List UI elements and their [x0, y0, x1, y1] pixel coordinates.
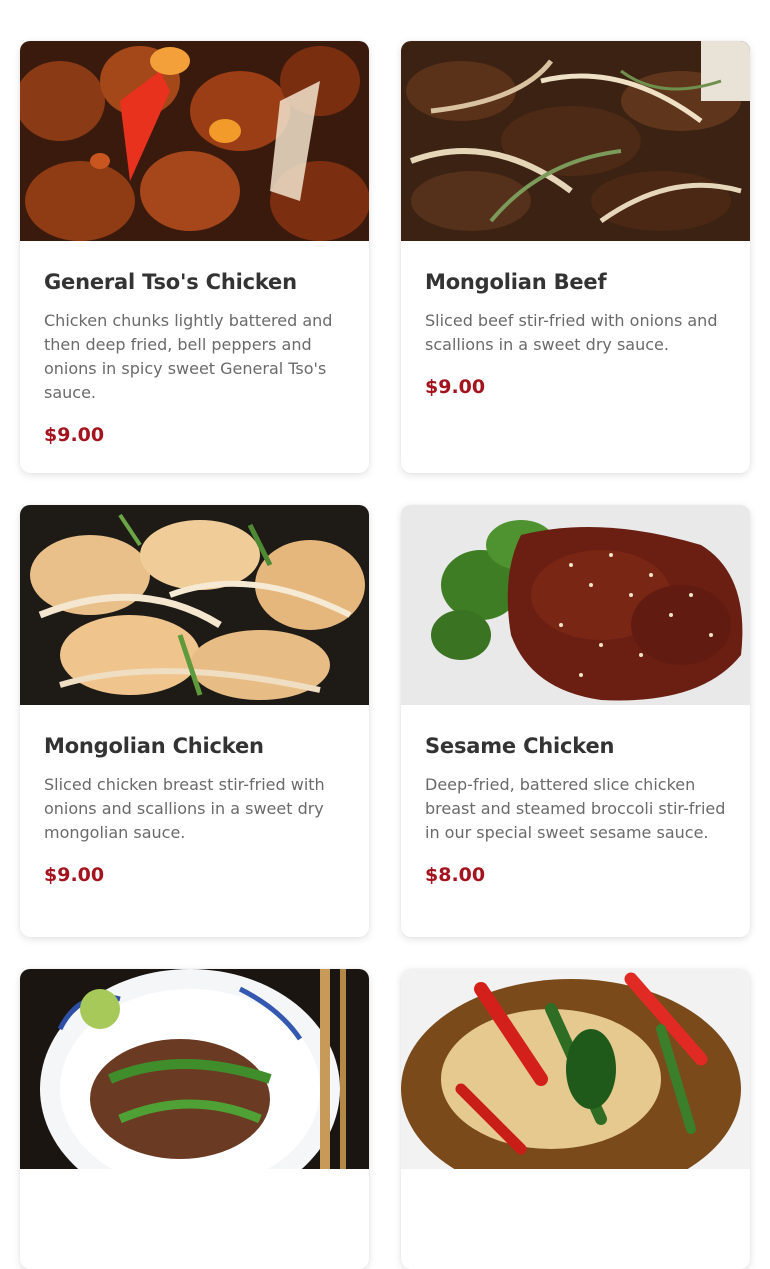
menu-item-description: Sliced beef stir-fried with onions and s… — [425, 311, 718, 354]
menu-item-price: $9.00 — [44, 864, 105, 886]
basil-chicken-photo — [401, 969, 750, 1169]
menu-item-card-mongolian-chicken[interactable]: Mongolian Chicken Sliced chicken breast … — [20, 505, 369, 937]
menu-grid: General Tso's Chicken Chicken chunks lig… — [20, 41, 750, 1269]
mongolian-chicken-photo — [20, 505, 369, 705]
menu-item-price: $8.00 — [425, 864, 486, 886]
menu-item-price: $9.00 — [44, 424, 105, 446]
menu-item-card-basil-chicken[interactable] — [401, 969, 750, 1269]
pepper-steak-photo — [20, 969, 369, 1169]
mongolian-beef-photo — [401, 41, 750, 241]
menu-item-card-general-tso-chicken[interactable]: General Tso's Chicken Chicken chunks lig… — [20, 41, 369, 473]
menu-item-card-mongolian-beef[interactable]: Mongolian Beef Sliced beef stir-fried wi… — [401, 41, 750, 473]
menu-item-price: $9.00 — [425, 376, 486, 398]
menu-item-card-sesame-chicken[interactable]: Sesame Chicken Deep-fried, battered slic… — [401, 505, 750, 937]
menu-item-name: Sesame Chicken — [425, 734, 615, 758]
menu-item-description: Chicken chunks lightly battered and then… — [44, 311, 333, 402]
menu-item-name: General Tso's Chicken — [44, 270, 297, 294]
sesame-chicken-photo — [401, 505, 750, 705]
menu-item-description: Deep-fried, battered slice chicken breas… — [425, 775, 726, 842]
general-tso-chicken-photo — [20, 41, 369, 241]
menu-item-name: Mongolian Beef — [425, 270, 607, 294]
menu-item-name: Mongolian Chicken — [44, 734, 264, 758]
menu-item-description: Sliced chicken breast stir-fried with on… — [44, 775, 325, 842]
menu-item-card-pepper-steak[interactable] — [20, 969, 369, 1269]
